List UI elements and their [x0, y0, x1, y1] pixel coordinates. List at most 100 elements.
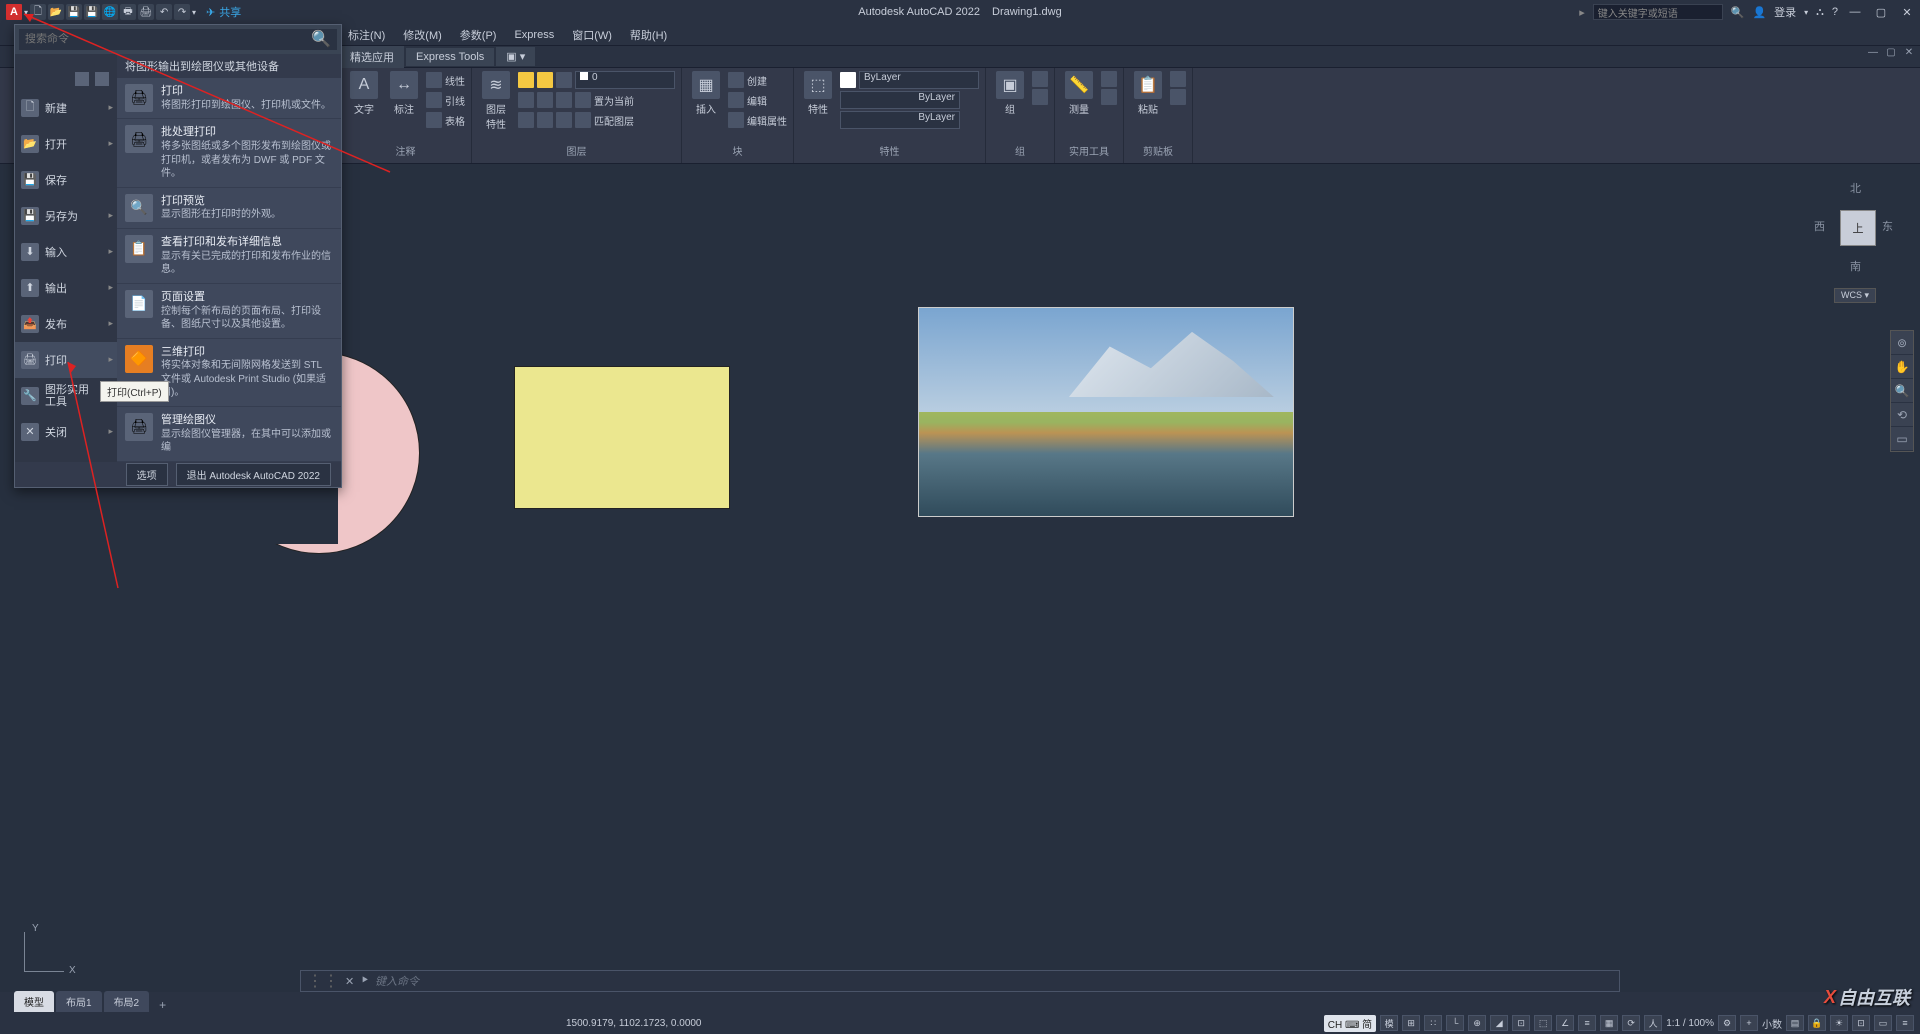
help-icon[interactable]: ?: [1832, 6, 1838, 18]
submenu-details[interactable]: 📋查看打印和发布详细信息显示有关已完成的打印和发布作业的信息。: [117, 229, 341, 284]
submenu-pagesetup[interactable]: 📄页面设置控制每个新布局的页面布局、打印设备、图纸尺寸以及其他设置。: [117, 284, 341, 339]
zoom-level[interactable]: 1:1 / 100%: [1666, 1018, 1714, 1029]
paste-button[interactable]: 📋粘贴: [1130, 71, 1166, 141]
linetype-combo[interactable]: ByLayer: [840, 111, 960, 129]
layerprops-button[interactable]: ≋图层 特性: [478, 71, 514, 141]
appmenu-import[interactable]: ⬇输入▸: [15, 234, 117, 270]
layer-tool-icon[interactable]: [537, 112, 553, 128]
quickprops-icon[interactable]: ▤: [1786, 1015, 1804, 1031]
viewcube-south[interactable]: 南: [1850, 258, 1861, 274]
otrack-icon[interactable]: ∠: [1556, 1015, 1574, 1031]
ribbon-tab[interactable]: Express Tools: [406, 48, 494, 66]
layer-tool-icon[interactable]: [518, 92, 534, 108]
handle-icon[interactable]: ⋮⋮: [307, 971, 339, 991]
group-button[interactable]: ▣组: [992, 71, 1028, 141]
zoom-icon[interactable]: 🔍: [1891, 379, 1913, 403]
layer-tool-icon[interactable]: [556, 92, 572, 108]
viewcube-top[interactable]: 上: [1840, 210, 1876, 246]
layer-combo[interactable]: 0: [575, 71, 675, 89]
leader-button[interactable]: 引线: [426, 91, 465, 109]
search-input[interactable]: [25, 33, 311, 45]
transparency-icon[interactable]: ▦: [1600, 1015, 1618, 1031]
appmenu-saveas[interactable]: 💾另存为▸: [15, 198, 117, 234]
doc-min-button[interactable]: —: [1866, 46, 1880, 58]
menu-item[interactable]: 标注(N): [340, 25, 393, 45]
app-logo-icon[interactable]: A: [6, 4, 22, 20]
exit-button[interactable]: 退出 Autodesk AutoCAD 2022: [176, 463, 331, 486]
viewcube[interactable]: 北 南 东 西 上 WCS ▾: [1810, 170, 1900, 300]
help-search-input[interactable]: 键入关键字或短语: [1593, 4, 1723, 20]
matchprop-button[interactable]: ⬚匹配特性: [800, 71, 836, 141]
print-icon[interactable]: 🖨: [138, 4, 154, 20]
cleanscreen-icon[interactable]: ▭: [1874, 1015, 1892, 1031]
create-button[interactable]: 创建: [728, 71, 787, 89]
osnap-icon[interactable]: ⊡: [1512, 1015, 1530, 1031]
submenu-batch[interactable]: 🖨批处理打印将多张图纸或多个图形发布到绘图仪或打印机，或者发布为 DWF 或 P…: [117, 119, 341, 187]
tool-icon[interactable]: [1032, 89, 1048, 105]
user-icon[interactable]: 👤: [1752, 6, 1766, 19]
close-button[interactable]: ✕: [1898, 4, 1916, 20]
recent-icon[interactable]: [75, 72, 89, 86]
editattr-button[interactable]: 编辑属性: [728, 111, 787, 129]
showmotion-icon[interactable]: ▭: [1891, 427, 1913, 451]
command-line[interactable]: ⋮⋮ ✕ ⯈ 键入命令: [300, 970, 1620, 992]
lineweight-icon[interactable]: ≡: [1578, 1015, 1596, 1031]
tab-layout1[interactable]: 布局1: [56, 991, 102, 1012]
redo-icon[interactable]: ↷: [174, 4, 190, 20]
linear-button[interactable]: 线性: [426, 71, 465, 89]
close-icon[interactable]: ✕: [345, 975, 354, 988]
appmenu-print[interactable]: 🖨打印▸: [15, 342, 117, 378]
snap-icon[interactable]: ∷: [1424, 1015, 1442, 1031]
minimize-button[interactable]: —: [1846, 4, 1864, 20]
color-combo[interactable]: ByLayer: [859, 71, 979, 89]
appmenu-close[interactable]: ✕关闭▸: [15, 414, 117, 450]
lock-icon[interactable]: 🔒: [1808, 1015, 1826, 1031]
share-button[interactable]: ✈共享: [206, 4, 241, 20]
maximize-button[interactable]: ▢: [1872, 4, 1890, 20]
options-button[interactable]: 选项: [126, 463, 168, 486]
appmenu-open[interactable]: 📂打开▸: [15, 126, 117, 162]
measure-button[interactable]: 📏测量: [1061, 71, 1097, 141]
grid-icon[interactable]: ⊞: [1402, 1015, 1420, 1031]
menu-item[interactable]: Express: [506, 27, 562, 43]
menu-item[interactable]: 帮助(H): [622, 25, 675, 45]
wheel-icon[interactable]: ⊚: [1891, 331, 1913, 355]
3dosnap-icon[interactable]: ⬚: [1534, 1015, 1552, 1031]
layer-tool-icon[interactable]: [575, 112, 591, 128]
plus-icon[interactable]: +: [1740, 1015, 1758, 1031]
add-tab-button[interactable]: +: [151, 998, 174, 1012]
viewcube-east[interactable]: 东: [1882, 218, 1893, 234]
autodesk-icon[interactable]: ⛬: [1816, 6, 1824, 19]
appmenu-publish[interactable]: 📤发布▸: [15, 306, 117, 342]
text-button[interactable]: A文字: [346, 71, 382, 141]
model-button[interactable]: 模: [1380, 1015, 1398, 1031]
units-display[interactable]: 小数: [1762, 1016, 1782, 1031]
submenu-plotter[interactable]: 🖨管理绘图仪显示绘图仪管理器，在其中可以添加或编: [117, 407, 341, 462]
orbit-icon[interactable]: ⟲: [1891, 403, 1913, 427]
undo-icon[interactable]: ↶: [156, 4, 172, 20]
insert-button[interactable]: ▦插入: [688, 71, 724, 141]
menu-item[interactable]: 修改(M): [395, 25, 450, 45]
search-icon[interactable]: 🔍: [311, 29, 331, 49]
tool-icon[interactable]: [1032, 71, 1048, 87]
setcurrent-button[interactable]: 置为当前: [594, 93, 634, 108]
chevron-icon[interactable]: ▸: [1579, 6, 1585, 19]
appmenu-export[interactable]: ⬆输出▸: [15, 270, 117, 306]
tab-model[interactable]: 模型: [14, 991, 54, 1012]
pan-icon[interactable]: ✋: [1891, 355, 1913, 379]
tool-icon[interactable]: [1170, 71, 1186, 87]
layer-tool-icon[interactable]: [537, 92, 553, 108]
lock-icon[interactable]: [556, 72, 572, 88]
command-input[interactable]: 键入命令: [375, 973, 419, 989]
login-button[interactable]: 登录: [1774, 4, 1796, 20]
custom-icon[interactable]: ≡: [1896, 1015, 1914, 1031]
viewcube-north[interactable]: 北: [1850, 180, 1861, 196]
open-docs-icon[interactable]: [95, 72, 109, 86]
doc-max-button[interactable]: ▢: [1884, 46, 1898, 58]
doc-close-button[interactable]: ✕: [1902, 46, 1916, 58]
isodraft-icon[interactable]: ◢: [1490, 1015, 1508, 1031]
tab-layout2[interactable]: 布局2: [104, 991, 150, 1012]
ribbon-tab-collapse[interactable]: ▣ ▾: [496, 47, 535, 66]
ortho-icon[interactable]: └: [1446, 1015, 1464, 1031]
submenu-print[interactable]: 🖨打印将图形打印到绘图仪、打印机或文件。: [117, 78, 341, 119]
